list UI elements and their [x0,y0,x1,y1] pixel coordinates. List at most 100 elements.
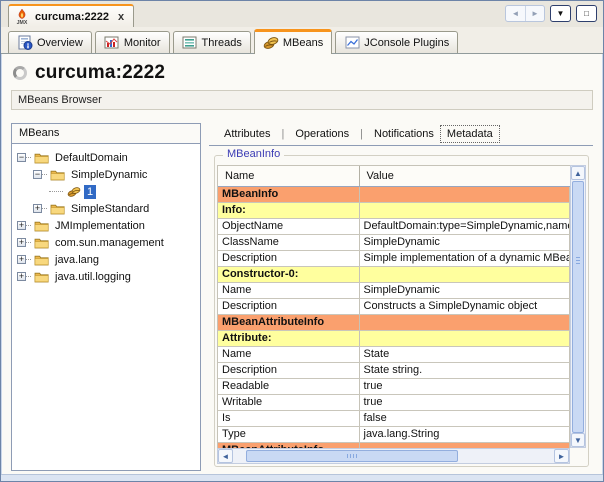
table-row[interactable]: Typejava.lang.String [218,426,570,442]
tab-monitor[interactable]: Monitor [95,31,170,53]
tree-item-1[interactable]: 1 [12,183,200,200]
scroll-down-icon[interactable]: ▼ [571,433,585,447]
table-row[interactable]: ObjectNameDefaultDomain:type=SimpleDynam… [218,218,570,234]
expand-icon[interactable]: + [17,238,26,247]
scroll-up-icon[interactable]: ▲ [571,166,585,180]
tab-overview[interactable]: Overview [8,31,92,53]
cell-name: Writable [218,394,359,410]
collapse-icon[interactable]: − [17,153,26,162]
detail-tab-metadata[interactable]: Metadata [440,125,500,143]
table-row[interactable]: Readabletrue [218,378,570,394]
expand-icon[interactable]: + [17,221,26,230]
cell-name: Info: [218,202,359,218]
groupbox-title: MBeanInfo [223,148,284,160]
tree-item-label: JMImplementation [52,219,148,233]
mbeans-tree[interactable]: −DefaultDomain−SimpleDynamic 1 + SimpleStan… [12,144,200,470]
plugins-icon [344,35,360,50]
tree-item-jmimplementation[interactable]: + JMImplementation [12,217,200,234]
document-tab-bar: JMX curcuma:2222 x ◄ ► ▼ □ [1,1,603,27]
table-row[interactable]: DescriptionState string. [218,362,570,378]
vertical-scrollbar[interactable]: ▲ ▼ [570,165,586,448]
mbeaninfo-groupbox: MBeanInfo Name Value [214,155,589,467]
close-tab-icon[interactable]: x [118,11,124,23]
tab-jconsole-plugins[interactable]: JConsole Plugins [335,31,458,53]
cell-value: false [359,410,570,426]
cell-value [359,330,570,346]
table-row[interactable]: Info: [218,202,570,218]
column-header-name[interactable]: Name [218,166,359,186]
forward-icon[interactable]: ► [525,6,544,21]
table-row[interactable]: NameSimpleDynamic [218,282,570,298]
column-header-value[interactable]: Value [359,166,570,186]
tree-connector [26,157,31,158]
table-row[interactable]: NameState [218,346,570,362]
connection-tab[interactable]: JMX curcuma:2222 x [8,4,134,27]
cell-name: ObjectName [218,218,359,234]
table-row[interactable]: DescriptionConstructs a SimpleDynamic ob… [218,298,570,314]
tree-item-java-util-logging[interactable]: +java.util.logging [12,268,200,285]
table-row[interactable]: Attribute: [218,330,570,346]
metadata-table: Name Value MBeanInfoInfo:ObjectNameDefau… [218,166,570,448]
cell-value: State [359,346,570,362]
expand-icon[interactable]: + [33,204,42,213]
back-icon[interactable]: ◄ [506,6,525,21]
tree-item-java-lang[interactable]: +java.lang [12,251,200,268]
table-row[interactable]: ClassNameSimpleDynamic [218,234,570,250]
table-row[interactable]: Constructor-0: [218,266,570,282]
table-row[interactable]: Writabletrue [218,394,570,410]
folder-icon [49,203,66,215]
cell-value [359,186,570,202]
tab-threads[interactable]: Threads [173,31,251,53]
collapse-icon[interactable]: − [33,170,42,179]
jconsole-window: JMX curcuma:2222 x ◄ ► ▼ □ Overview Monit… [0,0,604,482]
tree-item-label: SimpleStandard [68,202,152,216]
tree-item-simpledynamic[interactable]: −SimpleDynamic [12,166,200,183]
table-row[interactable]: MBeanInfo [218,186,570,202]
tree-connector [49,191,63,192]
window-controls: ◄ ► ▼ □ [505,5,597,24]
spinner-icon [13,66,27,80]
cell-value: SimpleDynamic [359,282,570,298]
cell-value: DefaultDomain:type=SimpleDynamic,name=1 [359,218,570,234]
cell-name: Description [218,250,359,266]
cell-name: Is [218,410,359,426]
tree-item-label: 1 [84,185,96,199]
cell-name: MBeanAttributeInfo [218,314,359,330]
table-row[interactable]: MBeanAttributeInfo [218,314,570,330]
tab-label: Monitor [124,37,161,49]
detail-tab-operations[interactable]: Operations [289,126,355,142]
tab-mbeans[interactable]: MBeans [254,29,332,54]
tree-item-com-sun-management[interactable]: +com.sun.management [12,234,200,251]
horizontal-scrollbar[interactable]: ◄ ► [217,448,570,464]
mbean-detail-panel: Attributes|Operations|NotificationsMetad… [209,123,593,471]
detail-tab-attributes[interactable]: Attributes [218,126,276,142]
horizontal-scroll-track[interactable] [233,449,554,463]
horizontal-scroll-thumb[interactable] [246,450,458,462]
scroll-left-icon[interactable]: ◄ [218,449,233,463]
expand-icon[interactable]: + [17,272,26,281]
cell-value: true [359,378,570,394]
mbeans-icon [263,36,279,51]
table-row[interactable]: DescriptionSimple implementation of a dy… [218,250,570,266]
detail-tab-notifications[interactable]: Notifications [368,126,440,142]
restore-window-button[interactable]: ▼ [550,5,571,22]
tab-label: Overview [37,37,83,49]
scroll-right-icon[interactable]: ► [554,449,569,463]
maximize-window-button[interactable]: □ [576,5,597,22]
cell-name: Name [218,282,359,298]
tree-connector [26,259,31,260]
tree-panel-title: MBeans [12,124,200,144]
tree-item-defaultdomain[interactable]: −DefaultDomain [12,149,200,166]
tree-item-simplestandard[interactable]: + SimpleStandard [12,200,200,217]
tab-separator: | [355,128,368,140]
cell-name: Name [218,346,359,362]
tab-label: JConsole Plugins [364,37,449,49]
vertical-scroll-thumb[interactable] [572,181,584,433]
cell-name: Type [218,426,359,442]
mbeans-browser-bar: MBeans Browser [11,90,593,110]
main-tabbar: Overview Monitor ThreadsMBeans JConsole Plu… [1,27,603,54]
cell-name: Attribute: [218,330,359,346]
expand-icon[interactable]: + [17,255,26,264]
table-row[interactable]: Isfalse [218,410,570,426]
tree-connector [26,225,31,226]
